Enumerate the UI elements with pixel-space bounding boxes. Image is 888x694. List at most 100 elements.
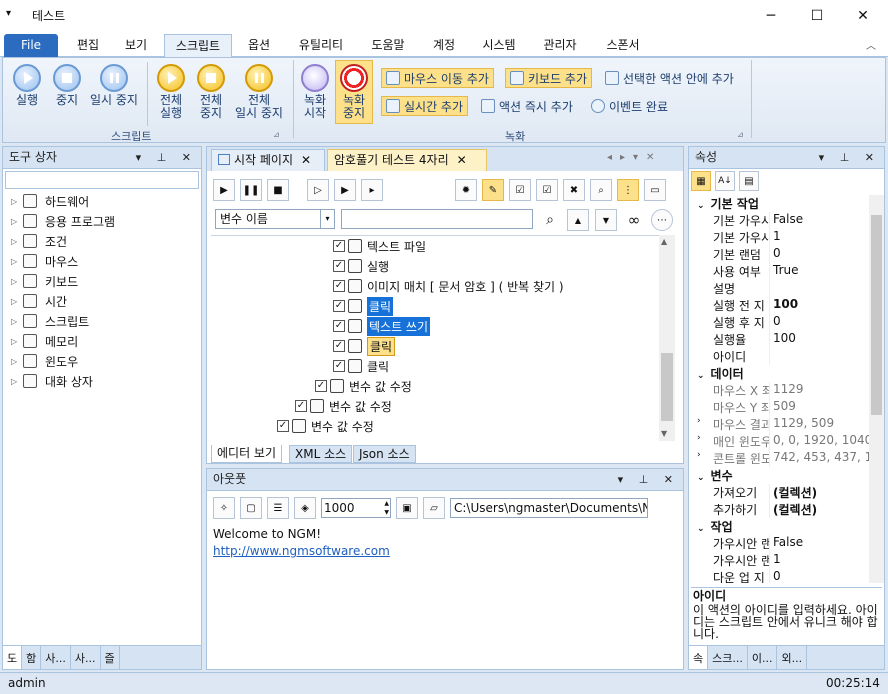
dialog-launcher-icon[interactable]: ⊿ [737, 130, 744, 139]
add-mouse-move-button[interactable]: 마우스 이동 추가 [381, 68, 494, 88]
tab-edit[interactable]: 편집 [64, 34, 112, 57]
collapse-icon[interactable]: ⌄ [697, 371, 705, 381]
expand-arrow-icon[interactable]: › [697, 450, 701, 460]
run-all-button[interactable]: 전체 실행 [151, 64, 191, 120]
stop-button[interactable]: 중지 [47, 64, 87, 107]
tab-options[interactable]: 옵션 [236, 34, 282, 57]
add-action-now-button[interactable]: 액션 즉시 추가 [477, 96, 577, 116]
up-icon[interactable]: ▲ [567, 209, 589, 231]
ribbon-collapse-icon[interactable]: ︿ [866, 37, 876, 52]
scroll-up-icon[interactable]: ▲ [661, 237, 667, 246]
row-checkbox[interactable]: ✓ [333, 260, 345, 272]
property-row[interactable]: 기본 가우시 1 [689, 229, 869, 246]
property-row[interactable]: › 콘트롤 윈도742, 453, 437, 135 [689, 450, 869, 467]
expand-arrow-icon[interactable]: ▷ [11, 357, 23, 366]
row-checkbox[interactable]: ✓ [315, 380, 327, 392]
tab-user-functions[interactable]: 사... [71, 646, 101, 669]
property-value[interactable]: 1129 [769, 382, 869, 399]
action-row[interactable]: ✓ 클릭 [333, 356, 389, 376]
property-row[interactable]: 추가하기 (컬렉션) [689, 501, 869, 518]
property-value[interactable]: 1 [769, 552, 869, 569]
tab-view[interactable]: 보기 [112, 34, 160, 57]
scroll-down-icon[interactable]: ▼ [661, 429, 667, 438]
more-icon[interactable]: ⋯ [651, 209, 673, 231]
property-value[interactable]: (컬렉션) [769, 484, 869, 501]
stepper-icon[interactable]: ▲ ▼ [384, 499, 389, 517]
toolbox-item[interactable]: ▷ 응용 프로그램 [11, 211, 115, 231]
tab-images[interactable]: 이... [748, 646, 778, 669]
tree-icon[interactable]: ⋮ [617, 179, 639, 201]
run-button[interactable]: 실행 [7, 64, 47, 107]
tab-script-editor[interactable]: 암호풀기 테스트 4자리 ✕ [327, 149, 487, 171]
tab-account[interactable]: 계정 [424, 34, 464, 57]
categorized-icon[interactable]: ▦ [691, 171, 711, 191]
add-in-selected-button[interactable]: 선택한 액션 안에 추가 [601, 68, 738, 88]
action-row[interactable]: ✓ 변수 값 수정 [295, 396, 392, 416]
scroll-thumb[interactable] [661, 353, 673, 421]
record-stop-button[interactable]: 녹화 중지 [335, 60, 373, 124]
tab-help[interactable]: 도움말 [362, 34, 414, 57]
row-checkbox[interactable]: ✓ [333, 340, 345, 352]
step-box-icon[interactable]: ▸ [361, 179, 383, 201]
save-icon[interactable]: ▣ [396, 497, 418, 519]
output-number-stepper[interactable]: 1000 ▲ ▼ [321, 498, 391, 518]
close-button[interactable]: ✕ [840, 0, 886, 32]
property-category[interactable]: ⌄ 변수 [689, 467, 869, 484]
property-row[interactable]: 가져오기 (컬렉션) [689, 484, 869, 501]
property-row[interactable]: › 매인 윈도우 0, 0, 1920, 1040 [689, 433, 869, 450]
close-tab-icon[interactable]: ✕ [457, 153, 467, 167]
action-row[interactable]: ✓ 텍스트 쓰기 [333, 316, 431, 336]
sort-az-icon[interactable]: A↓ [715, 171, 735, 191]
bulb-icon[interactable]: ✹ [455, 179, 477, 201]
toolbox-search-input[interactable] [5, 171, 199, 189]
property-row[interactable]: 마우스 X 좌 1129 [689, 382, 869, 399]
property-value[interactable]: 1 [769, 229, 869, 246]
tab-external[interactable]: 외... [777, 646, 808, 669]
tab-json-source[interactable]: Json 소스 [353, 445, 416, 463]
page-settings-icon[interactable]: ▢ [240, 497, 262, 519]
tab-utility[interactable]: 유틸리티 [290, 34, 352, 57]
minimize-button[interactable]: ─ [748, 0, 794, 32]
toolbox-item[interactable]: ▷ 대화 상자 [11, 371, 93, 391]
panel-controls[interactable]: ▾ ⊥ ✕ [819, 147, 880, 168]
checkbox-icon[interactable]: ☑ [509, 179, 531, 201]
add-realtime-button[interactable]: 실시간 추가 [381, 96, 469, 116]
expand-arrow-icon[interactable]: ▷ [11, 297, 23, 306]
tab-script-explorer[interactable]: 스크... [708, 646, 748, 669]
property-value[interactable]: False [769, 212, 869, 229]
list-icon[interactable]: ☰ [267, 497, 289, 519]
action-row[interactable]: ✓ 이미지 매치 [ 문서 암호 ] ( 반복 찾기 ) [333, 276, 564, 296]
variable-search-input[interactable] [341, 209, 533, 229]
panel-controls[interactable]: ▾ ⊥ ✕ [618, 469, 679, 490]
checkbox-outline-icon[interactable]: ☑ [536, 179, 558, 201]
search-icon[interactable]: ⌕ [539, 209, 561, 231]
action-row[interactable]: ✓ 변수 값 수정 [315, 376, 412, 396]
pause-icon[interactable]: ❚❚ [240, 179, 262, 201]
tab-functions[interactable]: 함 [22, 646, 42, 669]
property-value[interactable] [769, 280, 869, 297]
property-scrollbar[interactable] [869, 195, 884, 583]
toolbox-item[interactable]: ▷ 마우스 [11, 251, 78, 271]
property-row[interactable]: 설명 [689, 280, 869, 297]
tab-admin[interactable]: 관리자 [534, 34, 586, 57]
pause-button[interactable]: 일시 중지 [87, 64, 141, 107]
output-path-field[interactable]: C:\Users\ngmaster\Documents\NGM [450, 498, 648, 518]
step-icon[interactable]: ▶ [334, 179, 356, 201]
property-value[interactable]: False [769, 535, 869, 552]
action-row[interactable]: ✓ 실행 [333, 256, 389, 276]
property-row[interactable]: 실행율 100 [689, 331, 869, 348]
expand-arrow-icon[interactable]: ▷ [11, 257, 23, 266]
tab-favorites[interactable]: 즐 [101, 646, 120, 669]
toolbox-item[interactable]: ▷ 메모리 [11, 331, 78, 351]
action-row[interactable]: ✓ 클릭 [333, 336, 396, 356]
tab-start-page[interactable]: 시작 페이지 ✕ [211, 149, 325, 171]
play-outline-icon[interactable]: ▷ [307, 179, 329, 201]
tab-system[interactable]: 시스템 [474, 34, 524, 57]
record-start-button[interactable]: 녹화 시작 [297, 64, 333, 120]
tab-sponsor[interactable]: 스폰서 [598, 34, 648, 57]
tab-nav-icons[interactable]: ◂▸▾✕ [607, 152, 662, 163]
property-row[interactable]: 기본 가우시 False [689, 212, 869, 229]
expand-arrow-icon[interactable]: › [697, 416, 701, 426]
tab-user[interactable]: 사... [41, 646, 71, 669]
expand-arrow-icon[interactable]: ▷ [11, 197, 23, 206]
